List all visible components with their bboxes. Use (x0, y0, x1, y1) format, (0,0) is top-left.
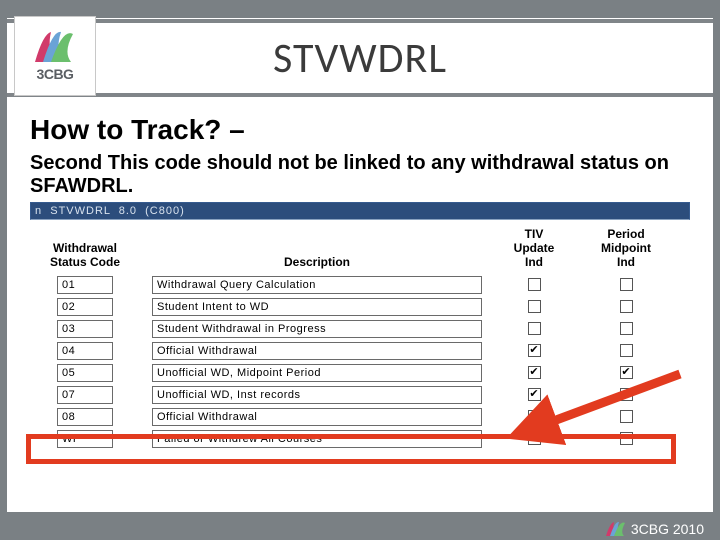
tiv-checkbox[interactable]: ✔ (528, 344, 541, 357)
footer-text: 3CBG 2010 (631, 521, 704, 537)
heading-secondary: Second This code should not be linked to… (30, 152, 690, 198)
table-row: 04 Official Withdrawal ✔ (30, 341, 690, 360)
table-row: 03 Student Withdrawal in Progress (30, 319, 690, 338)
period-checkbox[interactable] (620, 432, 633, 445)
code-cell[interactable]: WF (57, 430, 113, 448)
code-cell[interactable]: 05 (57, 364, 113, 382)
tiv-checkbox[interactable] (528, 278, 541, 291)
footer-swirl-icon (605, 521, 627, 537)
app-titlebar: n STVWDRL 8.0 (C800) (30, 202, 690, 220)
table-row: 05 Unofficial WD, Midpoint Period ✔ ✔ (30, 363, 690, 382)
tiv-checkbox[interactable]: ✔ (528, 388, 541, 401)
code-cell[interactable]: 07 (57, 386, 113, 404)
table-row: 07 Unofficial WD, Inst records ✔ (30, 385, 690, 404)
tiv-checkbox[interactable]: ✔ (528, 366, 541, 379)
period-checkbox[interactable] (620, 278, 633, 291)
description-cell[interactable]: Official Withdrawal (152, 408, 482, 426)
description-cell[interactable]: Failed or Withdrew All Courses (152, 430, 482, 448)
description-cell[interactable]: Unofficial WD, Inst records (152, 386, 482, 404)
header-code: Withdrawal Status Code (30, 242, 140, 270)
header-period: Period Midpoint Ind (586, 228, 666, 269)
period-checkbox[interactable] (620, 410, 633, 423)
table-row: 08 Official Withdrawal ✔ (30, 407, 690, 426)
brand-logo-text: 3CBG (37, 66, 74, 82)
code-cell[interactable]: 01 (57, 276, 113, 294)
code-cell[interactable]: 08 (57, 408, 113, 426)
header-desc: Description (152, 256, 482, 270)
brand-logo: 3CBG (14, 16, 96, 96)
period-checkbox[interactable] (620, 300, 633, 313)
period-checkbox[interactable] (620, 344, 633, 357)
description-cell[interactable]: Official Withdrawal (152, 342, 482, 360)
table-row: 02 Student Intent to WD (30, 297, 690, 316)
period-checkbox[interactable] (620, 388, 633, 401)
code-cell[interactable]: 02 (57, 298, 113, 316)
table-row: WF Failed or Withdrew All Courses (30, 429, 690, 448)
tiv-checkbox[interactable] (528, 322, 541, 335)
description-cell[interactable]: Withdrawal Query Calculation (152, 276, 482, 294)
brand-swirl-icon (33, 30, 77, 64)
page-title: STVWDRL (273, 33, 447, 84)
code-cell[interactable]: 03 (57, 320, 113, 338)
heading-primary: How to Track? – (30, 114, 690, 146)
tiv-checkbox[interactable]: ✔ (528, 410, 541, 423)
code-cell[interactable]: 04 (57, 342, 113, 360)
content-area: How to Track? – Second This code should … (30, 114, 690, 448)
footer-brand: 3CBG 2010 (605, 521, 704, 537)
period-checkbox[interactable] (620, 322, 633, 335)
header-tiv: TIV Update Ind (494, 228, 574, 269)
description-cell[interactable]: Student Intent to WD (152, 298, 482, 316)
table-row: 01 Withdrawal Query Calculation (30, 275, 690, 294)
description-cell[interactable]: Student Withdrawal in Progress (152, 320, 482, 338)
column-headers: Withdrawal Status Code Description TIV U… (30, 228, 690, 269)
title-bar: STVWDRL (7, 18, 713, 98)
table-area: Withdrawal Status Code Description TIV U… (30, 228, 690, 448)
period-checkbox[interactable]: ✔ (620, 366, 633, 379)
description-cell[interactable]: Unofficial WD, Midpoint Period (152, 364, 482, 382)
table-rows: 01 Withdrawal Query Calculation 02 Student … (30, 275, 690, 448)
tiv-checkbox[interactable] (528, 300, 541, 313)
tiv-checkbox[interactable] (528, 432, 541, 445)
